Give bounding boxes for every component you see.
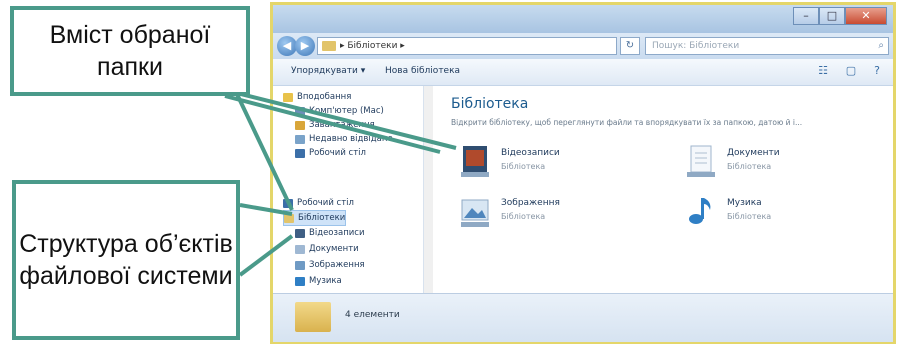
forward-arrow-icon[interactable]: ▶	[295, 36, 315, 56]
documents-library-icon	[295, 244, 305, 254]
nav-recent[interactable]: Недавно відвідане	[295, 132, 393, 146]
address-bar[interactable]: ▸ Бібліотеки ▸	[317, 37, 617, 55]
nav-libraries[interactable]: Бібліотеки	[283, 210, 347, 226]
library-music[interactable]: Музика Бібліотека	[685, 192, 885, 232]
help-icon[interactable]: ?	[869, 64, 885, 78]
pictures-library-icon	[295, 260, 305, 270]
item-count: 4 елементи	[345, 310, 400, 320]
star-icon	[283, 92, 293, 102]
desktop-icon	[283, 198, 293, 208]
music-library-icon	[295, 276, 305, 286]
address-text: ▸ Бібліотеки ▸	[340, 41, 405, 51]
details-pane: 4 елементи	[273, 293, 893, 342]
close-button[interactable]: ✕	[845, 7, 887, 25]
preview-pane-icon[interactable]: ▢	[843, 64, 859, 78]
nav-documents[interactable]: Документи	[295, 242, 359, 256]
content-title: Бібліотека	[451, 96, 529, 112]
nav-desktop-fav[interactable]: Робочий стіл	[295, 146, 366, 160]
content-pane: Бібліотека Відкрити бібліотеку, щоб пере…	[433, 86, 893, 293]
folder-icon	[322, 41, 336, 51]
search-input[interactable]: Пошук: Бібліотеки ⌕	[645, 37, 889, 55]
music-library-icon	[685, 194, 717, 228]
navigation-scrollbar[interactable]	[424, 86, 433, 293]
nav-pictures[interactable]: Зображення	[295, 258, 365, 272]
window-controls: – □ ✕	[793, 7, 887, 25]
refresh-icon[interactable]: ↻	[620, 37, 640, 55]
minimize-button[interactable]: –	[793, 7, 819, 25]
title-bar: – □ ✕	[273, 5, 893, 33]
video-library-icon	[295, 228, 305, 238]
view-options-icon[interactable]: ☷	[815, 64, 831, 78]
nav-downloads[interactable]: Завантаження	[295, 118, 375, 132]
library-documents[interactable]: Документи Бібліотека	[685, 142, 885, 182]
command-bar: Упорядкувати ▾ Нова бібліотека ☷ ▢ ?	[273, 59, 893, 86]
content-description: Відкрити бібліотеку, щоб переглянути фай…	[451, 118, 803, 127]
nav-videos[interactable]: Відеозаписи	[295, 226, 365, 240]
video-library-icon	[459, 144, 491, 178]
search-placeholder: Пошук: Бібліотеки	[652, 41, 740, 51]
documents-library-icon	[685, 144, 717, 178]
downloads-icon	[295, 120, 305, 130]
nav-favorites[interactable]: Вподобання	[283, 90, 351, 104]
callout-structure: Структура об’єктів файлової системи	[12, 180, 240, 340]
explorer-window: – □ ✕ ◀ ▶ ▸ Бібліотеки ▸ ↻ Пошук: Бібліо…	[270, 2, 896, 344]
back-arrow-icon[interactable]: ◀	[277, 36, 297, 56]
libraries-icon	[295, 302, 331, 332]
desktop-icon	[295, 148, 305, 158]
pictures-library-icon	[459, 194, 491, 228]
callout-folder-contents: Вміст обраної папки	[10, 6, 250, 96]
library-pictures[interactable]: Зображення Бібліотека	[459, 192, 659, 232]
computer-icon	[295, 106, 305, 116]
nav-computer[interactable]: Комп'ютер (Mac)	[295, 104, 384, 118]
search-icon: ⌕	[878, 40, 884, 51]
recent-places-icon	[295, 134, 305, 144]
organize-button[interactable]: Упорядкувати ▾	[291, 66, 365, 76]
libraries-icon	[284, 213, 294, 223]
new-library-button[interactable]: Нова бібліотека	[385, 66, 460, 76]
nav-music[interactable]: Музика	[295, 274, 342, 288]
maximize-button[interactable]: □	[819, 7, 845, 25]
navigation-bar: ◀ ▶ ▸ Бібліотеки ▸ ↻ Пошук: Бібліотеки ⌕	[273, 33, 893, 59]
navigation-pane: Вподобання Комп'ютер (Mac) Завантаження …	[273, 86, 424, 293]
nav-desktop[interactable]: Робочий стіл	[283, 196, 354, 210]
library-videos[interactable]: Відеозаписи Бібліотека	[459, 142, 659, 182]
